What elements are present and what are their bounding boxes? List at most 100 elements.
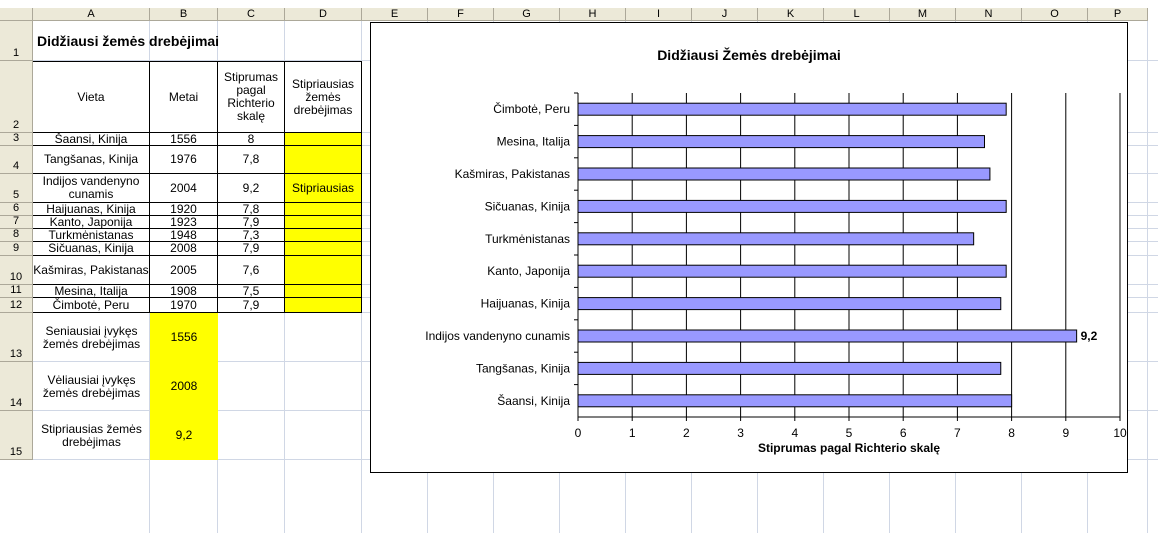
- summary-label[interactable]: Stipriausias žemės drebėjimas: [33, 411, 150, 460]
- row-header-1[interactable]: 1: [0, 21, 33, 61]
- cell-vieta[interactable]: Mesina, Italija: [33, 285, 150, 298]
- select-all-corner[interactable]: [0, 8, 33, 21]
- header-stipriausias[interactable]: Stipriausias žemės drebėjimas: [285, 61, 362, 133]
- cell-stiprumas[interactable]: 7,3: [218, 229, 285, 242]
- column-header-c[interactable]: C: [218, 8, 285, 21]
- bar-chart[interactable]: Didžiausi Žemės drebėjimai 0 1 2 3 4 5 6 7 8 9 10 Č…: [370, 22, 1128, 473]
- column-header-o[interactable]: O: [1022, 8, 1088, 21]
- cell-stipriausias[interactable]: [285, 133, 362, 146]
- category-label: Sičuanas, Kinija: [485, 199, 571, 213]
- bar[interactable]: [577, 394, 1013, 408]
- bar[interactable]: [577, 232, 975, 246]
- row-header-9[interactable]: 9: [0, 242, 33, 256]
- row-header-12[interactable]: 12: [0, 298, 33, 313]
- summary-value[interactable]: 1556: [150, 313, 218, 362]
- bar[interactable]: [577, 135, 985, 149]
- cell-metai[interactable]: 1976: [150, 146, 218, 174]
- cell-metai[interactable]: 1970: [150, 298, 218, 313]
- cell-metai[interactable]: 2008: [150, 242, 218, 256]
- cell-stipriausias[interactable]: Stipriausias: [285, 174, 362, 203]
- column-header-p[interactable]: P: [1088, 8, 1148, 21]
- cell-stipriausias[interactable]: [285, 298, 362, 313]
- cell-metai[interactable]: 1920: [150, 203, 218, 216]
- bar[interactable]: [577, 102, 1007, 116]
- cell-stipriausias[interactable]: [285, 229, 362, 242]
- row-header-15[interactable]: 15: [0, 411, 33, 460]
- row-header-10[interactable]: 10: [0, 256, 33, 285]
- category-label: Čimbotė, Peru: [493, 101, 570, 116]
- x-tick-label: 4: [791, 426, 798, 440]
- cell-vieta[interactable]: Indijos vandenyno cunamis: [33, 174, 150, 203]
- cell-stipriausias[interactable]: [285, 242, 362, 256]
- cell-metai[interactable]: 1948: [150, 229, 218, 242]
- column-header-i[interactable]: I: [626, 8, 692, 21]
- cell-vieta[interactable]: Šaansi, Kinija: [33, 133, 150, 146]
- column-header-l[interactable]: L: [824, 8, 890, 21]
- row-header-4[interactable]: 4: [0, 146, 33, 174]
- cell-vieta[interactable]: Kanto, Japonija: [33, 216, 150, 229]
- summary-label[interactable]: Seniausiai įvykęs žemės drebėjimas: [33, 313, 150, 362]
- cell-vieta[interactable]: Čimbotė, Peru: [33, 298, 150, 313]
- cell-stipriausias[interactable]: [285, 146, 362, 174]
- column-header-b[interactable]: B: [150, 8, 218, 21]
- column-header-e[interactable]: E: [362, 8, 428, 21]
- row-header-11[interactable]: 11: [0, 284, 33, 298]
- cell-stipriausias[interactable]: [285, 285, 362, 298]
- row-header-14[interactable]: 14: [0, 362, 33, 411]
- cell-metai[interactable]: 1908: [150, 285, 218, 298]
- bar[interactable]: [577, 361, 1002, 375]
- summary-label[interactable]: Vėliausiai įvykęs žemės drebėjimas: [33, 362, 150, 411]
- bar[interactable]: [577, 167, 991, 181]
- column-header-k[interactable]: K: [758, 8, 824, 21]
- column-header-a[interactable]: A: [33, 8, 150, 21]
- cell-vieta[interactable]: Kašmiras, Pakistanas: [33, 256, 150, 285]
- column-header-d[interactable]: D: [285, 8, 362, 21]
- cell-stipriausias[interactable]: [285, 203, 362, 216]
- sheet-title[interactable]: Didžiausi žemės drebėjimai: [33, 21, 293, 61]
- bar[interactable]: [577, 297, 1002, 311]
- cell-stipriausias[interactable]: [285, 216, 362, 229]
- cell-stiprumas[interactable]: 7,5: [218, 285, 285, 298]
- bar[interactable]: [577, 329, 1078, 343]
- cell-stiprumas[interactable]: 7,6: [218, 256, 285, 285]
- x-tick-label: 2: [683, 426, 690, 440]
- row-header-8[interactable]: 8: [0, 228, 33, 242]
- bar[interactable]: [577, 264, 1007, 278]
- cell-stiprumas[interactable]: 7,9: [218, 216, 285, 229]
- column-header-g[interactable]: G: [494, 8, 560, 21]
- column-header-j[interactable]: J: [692, 8, 758, 21]
- row-header-5[interactable]: 5: [0, 174, 33, 203]
- column-header-f[interactable]: F: [428, 8, 494, 21]
- cell-stiprumas[interactable]: 8: [218, 133, 285, 146]
- column-header-n[interactable]: N: [956, 8, 1022, 21]
- column-header-h[interactable]: H: [560, 8, 626, 21]
- column-header-m[interactable]: M: [890, 8, 956, 21]
- cell-vieta[interactable]: Turkmėnistanas: [33, 229, 150, 242]
- cell-metai[interactable]: 2004: [150, 174, 218, 203]
- cell-stipriausias[interactable]: [285, 256, 362, 285]
- bar[interactable]: [577, 199, 1007, 213]
- x-tick-label: 8: [1008, 426, 1015, 440]
- cell-vieta[interactable]: Haijuanas, Kinija: [33, 203, 150, 216]
- row-header-2[interactable]: 2: [0, 61, 33, 133]
- header-stiprumas[interactable]: Stiprumas pagal Richterio skalę: [218, 61, 285, 133]
- cell-metai[interactable]: 1923: [150, 216, 218, 229]
- header-metai[interactable]: Metai: [150, 61, 218, 133]
- summary-value[interactable]: 2008: [150, 362, 218, 411]
- cell-stiprumas[interactable]: 7,8: [218, 146, 285, 174]
- cell-vieta[interactable]: Sičuanas, Kinija: [33, 242, 150, 256]
- cell-metai[interactable]: 2005: [150, 256, 218, 285]
- cell-metai[interactable]: 1556: [150, 133, 218, 146]
- cell-stiprumas[interactable]: 7,9: [218, 298, 285, 313]
- cell-stiprumas[interactable]: 7,8: [218, 203, 285, 216]
- category-label: Mesina, Italija: [497, 135, 571, 149]
- header-vieta[interactable]: Vieta: [33, 61, 150, 133]
- cell-stiprumas[interactable]: 7,9: [218, 242, 285, 256]
- category-label: Turkmėnistanas: [485, 232, 570, 246]
- cell-stiprumas[interactable]: 9,2: [218, 174, 285, 203]
- row-header-3[interactable]: 3: [0, 132, 33, 146]
- x-tick-label: 7: [954, 426, 961, 440]
- cell-vieta[interactable]: Tangšanas, Kinija: [33, 146, 150, 174]
- summary-value[interactable]: 9,2: [150, 411, 218, 460]
- row-header-13[interactable]: 13: [0, 313, 33, 362]
